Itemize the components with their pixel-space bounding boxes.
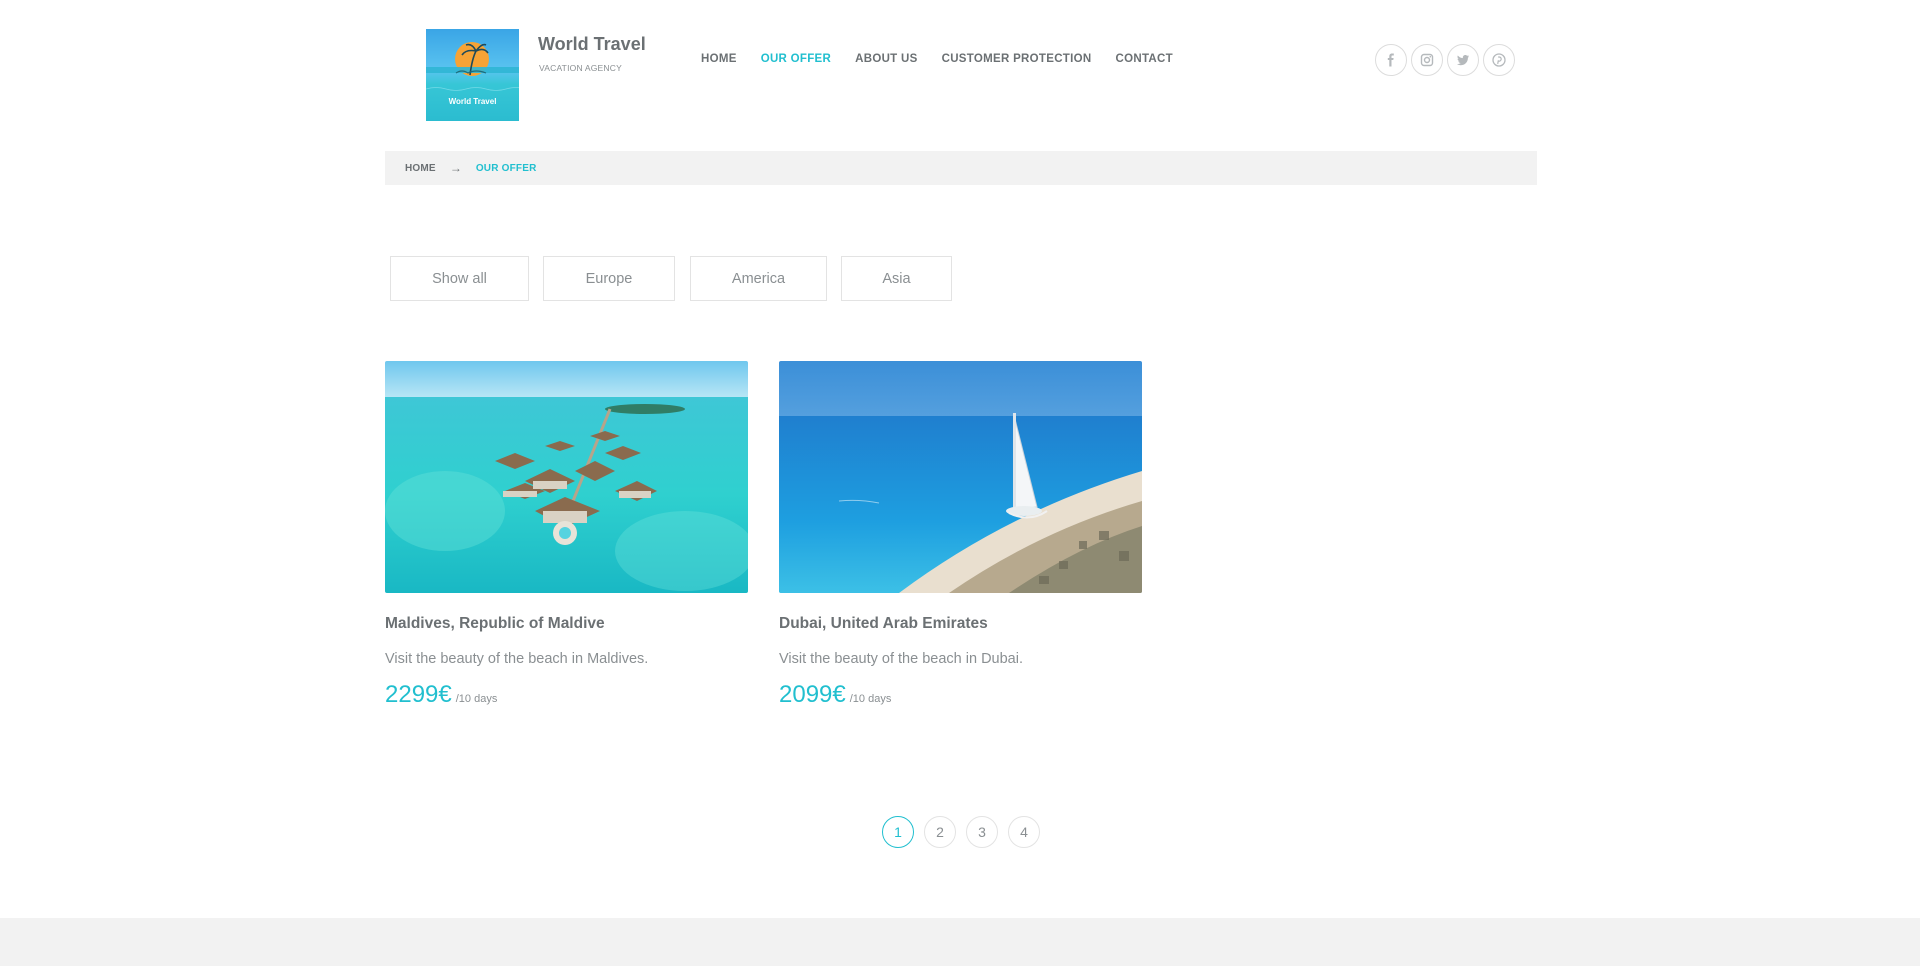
social-links — [1375, 44, 1515, 76]
offer-price: 2299€ — [385, 681, 452, 708]
facebook-icon — [1387, 53, 1394, 67]
offer-duration: /10 days — [455, 693, 498, 705]
instagram-icon — [1420, 53, 1434, 67]
brand-title[interactable]: World Travel — [538, 34, 646, 55]
offer-description: Visit the beauty of the beach in Dubai. — [779, 651, 1023, 667]
offer-image-maldives[interactable] — [385, 361, 748, 593]
logo-caption: World Travel — [448, 97, 497, 106]
pagination: 1 2 3 4 — [882, 816, 1040, 848]
filter-america[interactable]: America — [690, 256, 827, 301]
pinterest-icon — [1492, 53, 1506, 67]
page-1-button[interactable]: 1 — [882, 816, 914, 848]
twitter-link[interactable] — [1447, 44, 1479, 76]
footer-band — [0, 918, 1920, 966]
nav-item-about-us[interactable]: ABOUT US — [855, 53, 917, 65]
nav-item-customer-protection[interactable]: CUSTOMER PROTECTION — [942, 53, 1092, 65]
dubai-photo — [779, 361, 1142, 593]
offer-price: 2099€ — [779, 681, 846, 708]
logo-graphic — [426, 42, 519, 91]
offer-price-row: 2299€ /10 days — [385, 681, 748, 709]
offer-card[interactable]: Maldives, Republic of Maldive Visit the … — [385, 361, 748, 709]
breadcrumb-arrow-icon: → — [449, 161, 462, 175]
filter-europe[interactable]: Europe — [543, 256, 675, 301]
nav-item-our-offer[interactable]: OUR OFFER — [761, 53, 831, 65]
nav-item-contact[interactable]: CONTACT — [1115, 53, 1172, 65]
breadcrumb-current: OUR OFFER — [475, 162, 537, 174]
offer-image-dubai[interactable] — [779, 361, 1142, 593]
filter-show-all[interactable]: Show all — [390, 256, 529, 301]
main-nav: HOME OUR OFFER ABOUT US CUSTOMER PROTECT… — [701, 53, 1197, 65]
nav-item-home[interactable]: HOME — [701, 53, 737, 65]
twitter-icon — [1457, 55, 1469, 66]
facebook-link[interactable] — [1375, 44, 1407, 76]
offer-description: Visit the beauty of the beach in Maldive… — [385, 651, 649, 667]
offer-card[interactable]: Dubai, United Arab Emirates Visit the be… — [779, 361, 1142, 709]
brand-subtitle: VACATION AGENCY — [539, 63, 622, 73]
offer-price-row: 2099€ /10 days — [779, 681, 1142, 709]
filter-asia[interactable]: Asia — [841, 256, 952, 301]
offer-title[interactable]: Maldives, Republic of Maldive — [385, 615, 748, 633]
offer-duration: /10 days — [849, 693, 892, 705]
logo[interactable]: World Travel — [426, 29, 519, 121]
instagram-link[interactable] — [1411, 44, 1443, 76]
breadcrumb-home[interactable]: HOME — [405, 163, 436, 174]
maldives-photo — [385, 361, 748, 593]
page-4-button[interactable]: 4 — [1008, 816, 1040, 848]
offer-title[interactable]: Dubai, United Arab Emirates — [779, 615, 1142, 633]
pinterest-link[interactable] — [1483, 44, 1515, 76]
page-2-button[interactable]: 2 — [924, 816, 956, 848]
breadcrumb: HOME → OUR OFFER — [385, 151, 1537, 185]
page-3-button[interactable]: 3 — [966, 816, 998, 848]
